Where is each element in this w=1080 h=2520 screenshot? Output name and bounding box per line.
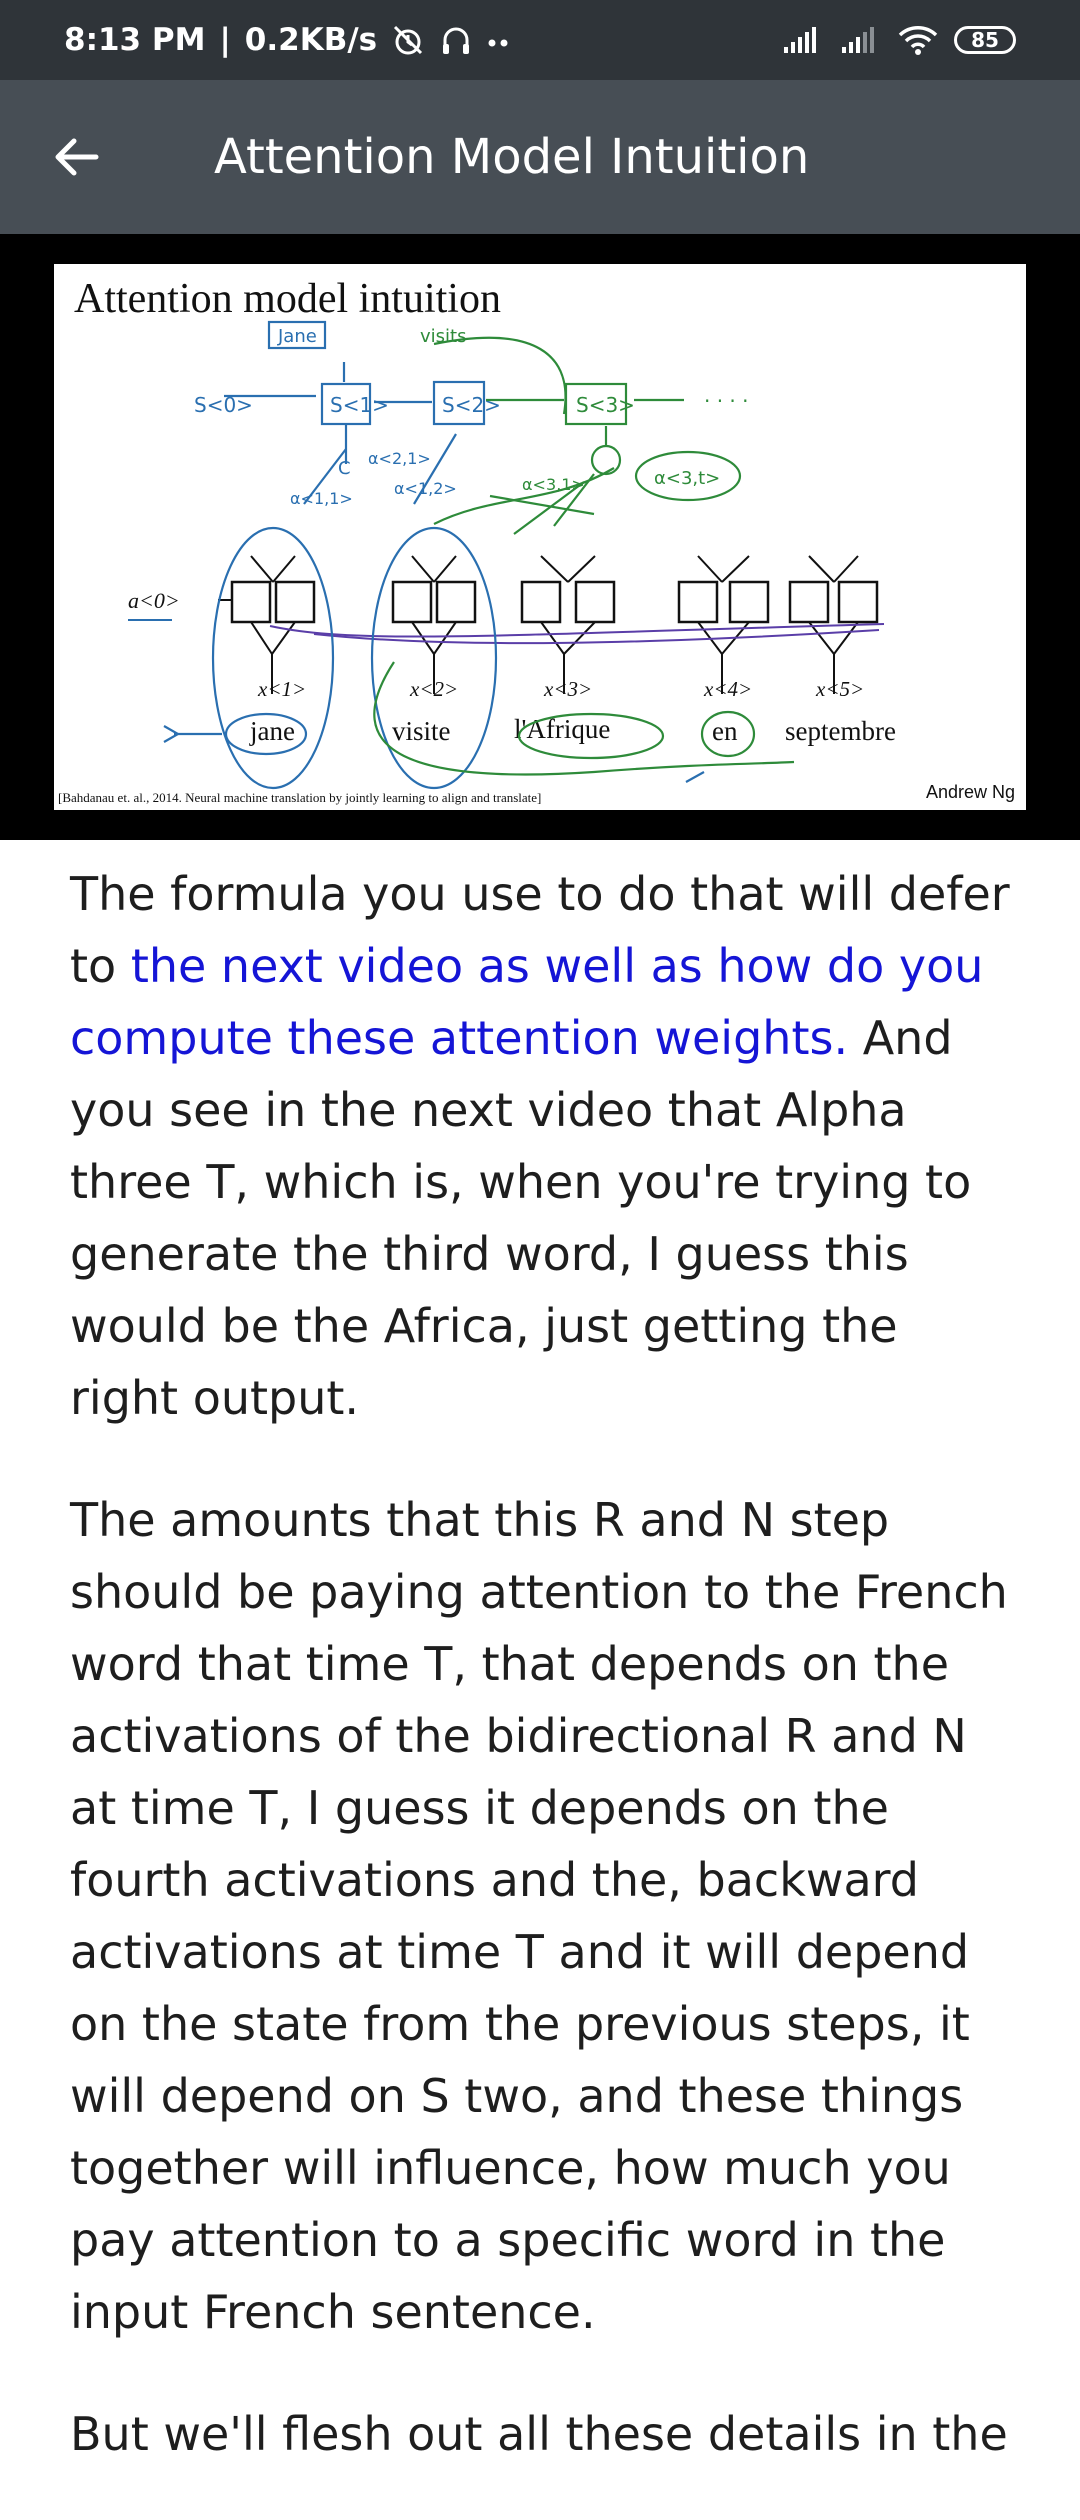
encoder-box [677,580,719,624]
handwritten-a31: α<3,1> [522,475,585,494]
app-bar: Attention Model Intuition [0,80,1080,234]
encoder-box [788,580,830,624]
status-time: 8:13 PM [64,22,206,58]
highlighted-link[interactable]: the next video as well as how do you com… [70,939,983,1065]
transcript-text: The formula you use to do that will defe… [70,858,1020,2520]
paragraph: But we'll flesh out all these details in… [70,2407,1008,2461]
paragraph: The amounts that this R and N step shoul… [70,1493,1008,2339]
handwritten-a11: α<1,1> [290,489,353,508]
paragraph: The formula you use to do that will defe… [70,858,1020,1434]
attention-diagram: Attention model intuition a<0> x<1> x<2>… [58,276,1015,805]
handwritten-visits: visits [420,326,466,347]
video-frame[interactable]: Attention model intuition a<0> x<1> x<2>… [0,234,1080,840]
handwritten-a21: α<2,1> [368,449,431,468]
slide-credit: Andrew Ng [926,782,1015,802]
alarm-off-icon [394,25,423,55]
page-title: Attention Model Intuition [214,129,810,185]
encoder-box [391,580,433,624]
battery-icon: 85 [954,26,1016,54]
slide-citation: [Bahdanau et. al., 2014. Neural machine … [58,790,541,805]
paragraph-text: And you see in the next video that Alpha… [70,1011,972,1425]
encoder-box [574,580,616,624]
handwritten-s0: S<0> [194,393,253,417]
handwritten-c: C [338,458,351,479]
arrow-left-icon [55,138,99,176]
encoder-box [728,580,770,624]
signal-icon [784,27,816,53]
word-en: en [712,716,738,746]
x-label: x<3> [543,677,592,701]
headphones-icon [443,27,470,54]
a0-label: a<0> [128,588,180,613]
battery-level: 85 [971,28,999,52]
handwritten-a12: α<1,2> [394,479,457,498]
x-label: x<2> [409,677,458,701]
status-right: 85 [782,25,1016,55]
x-label: x<5> [815,677,864,701]
status-left: 8:13 PM | 0.2KB/s [64,22,511,58]
encoder-box [274,580,316,624]
word-visite: visite [392,716,451,746]
more-dots-icon [488,39,508,47]
encoder-box [837,580,879,624]
status-net-speed: 0.2KB/s [244,22,378,58]
slide-title: Attention model intuition [74,276,501,322]
x-label: x<4> [703,677,752,701]
word-lafrique: l'Afrique [514,714,610,744]
word-septembre: septembre [785,716,896,746]
encoder-box [230,580,272,624]
signal-icon [842,27,874,53]
status-separator: | [219,22,231,58]
handwritten-dots: · · · · [704,389,749,413]
handwritten-s1: S<1> [330,393,389,417]
encoder-box [520,580,562,624]
back-button[interactable] [38,119,114,195]
encoder-box [435,580,477,624]
lecture-slide: Attention model intuition a<0> x<1> x<2>… [54,264,1026,810]
status-bar: 8:13 PM | 0.2KB/s 85 [0,0,1080,80]
handwritten-jane: Jane [277,326,317,347]
word-jane: jane [249,716,295,746]
x-label: x<1> [257,677,306,701]
wifi-icon [898,26,938,55]
handwritten-a3t: α<3,t> [654,468,720,489]
handwritten-s2: S<2> [442,393,501,417]
handwritten-s3: S<3> [576,393,635,417]
